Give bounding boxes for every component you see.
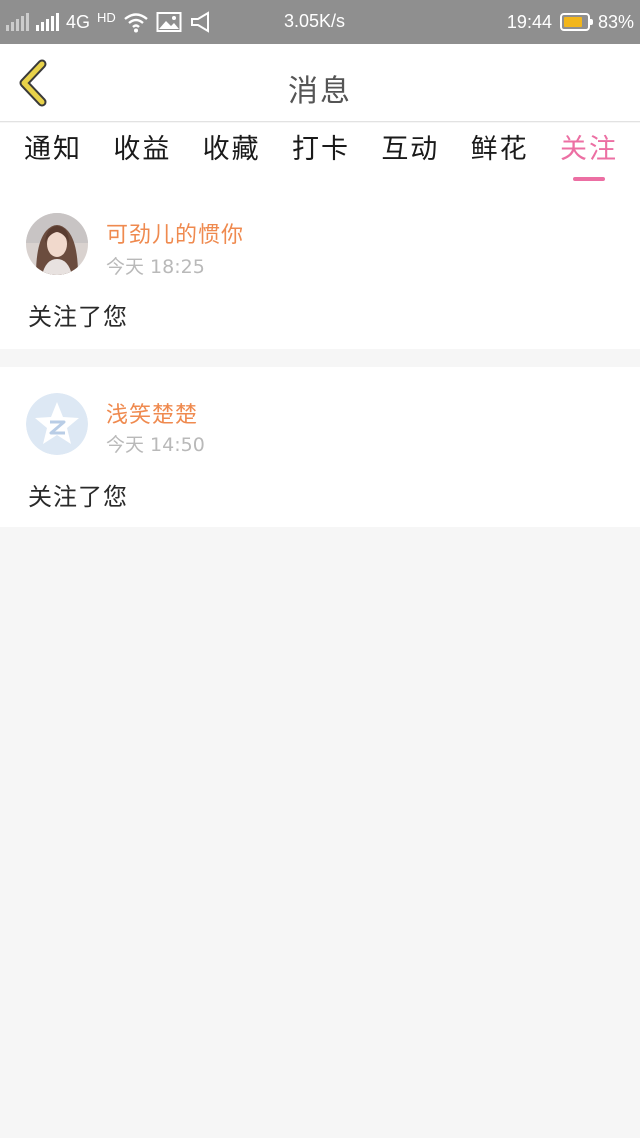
tab-earnings[interactable]: 收益	[113, 123, 171, 185]
network-type: 4G	[66, 11, 91, 32]
tab-label: 收益	[113, 134, 172, 165]
default-avatar-icon	[26, 393, 88, 455]
message-item[interactable]: 浅笑楚楚 今天 14:50 关注了您	[0, 367, 640, 527]
tab-label: 关注	[559, 134, 618, 165]
user-name[interactable]: 浅笑楚楚	[106, 397, 198, 429]
sim2-signal-icon	[36, 13, 59, 31]
tab-notifications[interactable]: 通知	[24, 123, 82, 185]
status-bar: 4G HD 3.05K/s 19:44 83%	[0, 0, 640, 44]
message-item[interactable]: 可劲儿的惯你 今天 18:25 关注了您	[0, 185, 640, 349]
wifi-icon	[124, 13, 148, 33]
volume-icon	[190, 11, 209, 33]
tab-flowers[interactable]: 鲜花	[471, 123, 529, 185]
app-header: 消息	[0, 44, 640, 122]
network-speed: 3.05K/s	[284, 11, 346, 31]
avatar[interactable]	[26, 393, 88, 455]
page-title: 消息	[288, 74, 352, 109]
battery-icon	[559, 13, 593, 31]
message-time: 今天 14:50	[106, 434, 205, 456]
hd-badge: HD	[97, 9, 116, 25]
active-tab-indicator	[572, 177, 605, 181]
tab-label: 互动	[381, 134, 440, 165]
tab-label: 收藏	[202, 134, 261, 165]
tab-label: 通知	[24, 134, 82, 165]
user-name[interactable]: 可劲儿的惯你	[106, 217, 244, 249]
tab-bar: 通知 收益 收藏 打卡 互动 鲜花 关注	[0, 123, 640, 185]
user-photo-icon	[26, 213, 88, 275]
status-left: 4G HD	[6, 0, 215, 44]
message-text: 关注了您	[28, 483, 128, 511]
clock: 19:44	[506, 11, 552, 32]
tab-follows[interactable]: 关注	[560, 123, 618, 185]
sim1-signal-icon	[6, 13, 29, 31]
tab-interactions[interactable]: 互动	[381, 123, 439, 185]
battery-percent: 83%	[597, 11, 634, 32]
tab-label: 打卡	[291, 134, 350, 165]
avatar[interactable]	[26, 213, 88, 275]
tab-label: 鲜花	[470, 134, 529, 165]
message-time: 今天 18:25	[106, 256, 205, 278]
tab-checkin[interactable]: 打卡	[292, 123, 350, 185]
tab-favorites[interactable]: 收藏	[203, 123, 261, 185]
message-text: 关注了您	[28, 303, 128, 331]
gallery-icon	[156, 12, 182, 32]
status-right: 19:44 83%	[507, 0, 634, 44]
